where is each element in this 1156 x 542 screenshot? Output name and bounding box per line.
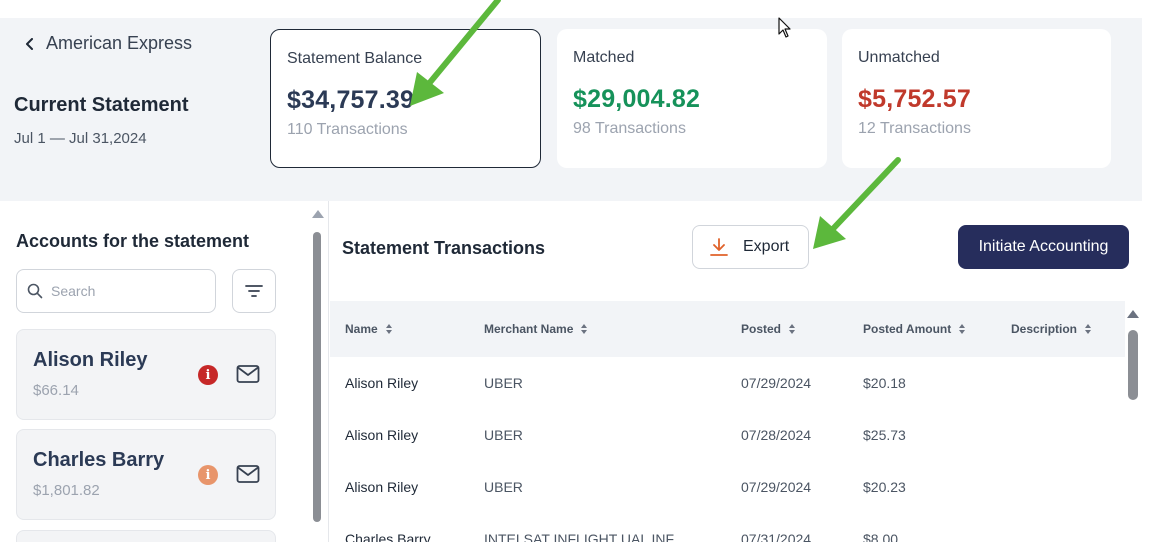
account-name: Alison Riley (33, 349, 148, 371)
unmatched-amount: $5,752.57 (858, 85, 972, 113)
transactions-title: Statement Transactions (342, 238, 546, 258)
table-cell: UBER (484, 427, 523, 443)
matched-card[interactable]: Matched $29,004.82 98 Transactions (557, 29, 827, 168)
transactions-table: Name Merchant Name Posted Posted Amount Desc… (330, 301, 1125, 542)
account-card[interactable]: Charles Barry $1,801.82 i (16, 429, 276, 520)
statement-title: Current Statement (14, 94, 189, 116)
account-search-box[interactable] (16, 269, 216, 313)
column-header-label: Posted (741, 322, 782, 336)
table-header: Name Merchant Name Posted Posted Amount Desc… (330, 301, 1125, 357)
info-icon[interactable]: i (198, 465, 218, 485)
search-input[interactable] (51, 283, 201, 299)
account-amount: $66.14 (33, 382, 79, 399)
table-row[interactable]: Charles Barry INTELSAT INFLIGHT UAL INF 07… (330, 513, 1125, 542)
table-cell: $8.00 (863, 531, 899, 542)
statement-balance-label: Statement Balance (287, 50, 423, 67)
export-label: Export (743, 238, 790, 255)
table-cell: Alison Riley (345, 479, 419, 495)
scrollbar-thumb[interactable] (313, 232, 321, 522)
export-button[interactable]: Export (692, 225, 809, 269)
table-cell: INTELSAT INFLIGHT UAL INF (484, 531, 675, 542)
sort-icon[interactable] (581, 324, 588, 334)
matched-label: Matched (573, 49, 635, 66)
table-cell: Alison Riley (345, 375, 419, 391)
table-cell: $20.23 (863, 479, 906, 495)
column-header[interactable]: Name (345, 301, 392, 357)
info-icon[interactable]: i (198, 365, 218, 385)
account-card[interactable] (16, 530, 276, 542)
column-header-label: Description (1011, 322, 1078, 336)
accounts-panel-title: Accounts for the statement (16, 231, 250, 251)
transactions-scrollbar[interactable] (1127, 310, 1139, 542)
table-cell: 07/29/2024 (741, 375, 812, 391)
table-body: Alison Riley UBER 07/29/2024 $20.18 Alison R… (330, 357, 1125, 542)
account-name: Charles Barry (33, 449, 165, 471)
back-link[interactable]: American Express (24, 33, 192, 54)
column-header[interactable]: Merchant Name (484, 301, 588, 357)
column-header[interactable]: Posted Amount (863, 301, 966, 357)
sort-icon[interactable] (959, 324, 966, 334)
table-cell: UBER (484, 479, 523, 495)
sort-icon[interactable] (385, 324, 392, 334)
scrollbar-thumb[interactable] (1128, 330, 1138, 400)
mouse-cursor-icon (778, 17, 791, 38)
column-header-label: Name (345, 322, 378, 336)
unmatched-count: 12 Transactions (858, 120, 971, 137)
statement-date-range: Jul 1 — Jul 31,2024 (14, 130, 147, 147)
column-header-label: Merchant Name (484, 322, 574, 336)
table-cell: $25.73 (863, 427, 906, 443)
back-link-label: American Express (46, 33, 193, 53)
scroll-up-arrow-icon[interactable] (312, 210, 324, 218)
table-cell: UBER (484, 375, 523, 391)
table-row[interactable]: Alison Riley UBER 07/29/2024 $20.23 (330, 461, 1125, 513)
transactions-panel: Statement Transactions Export Initiate A… (328, 201, 1142, 542)
table-cell: 07/28/2024 (741, 427, 812, 443)
account-card[interactable]: Alison Riley $66.14 i (16, 329, 276, 420)
mail-icon[interactable] (236, 364, 260, 384)
scroll-up-arrow-icon[interactable] (1127, 310, 1139, 318)
unmatched-card[interactable]: Unmatched $5,752.57 12 Transactions (842, 29, 1111, 168)
sort-icon[interactable] (789, 324, 796, 334)
chevron-left-icon (26, 37, 33, 50)
table-row[interactable]: Alison Riley UBER 07/29/2024 $20.18 (330, 357, 1125, 409)
accounts-scrollbar[interactable] (311, 210, 324, 542)
unmatched-label: Unmatched (858, 49, 940, 66)
table-cell: $20.18 (863, 375, 906, 391)
account-amount: $1,801.82 (33, 482, 100, 499)
table-cell: 07/29/2024 (741, 479, 812, 495)
table-row[interactable]: Alison Riley UBER 07/28/2024 $25.73 (330, 409, 1125, 461)
statement-balance-amount: $34,757.39 (287, 86, 415, 114)
column-header[interactable]: Posted (741, 301, 796, 357)
matched-count: 98 Transactions (573, 120, 686, 137)
matched-amount: $29,004.82 (573, 85, 701, 113)
table-cell: Charles Barry (345, 531, 431, 542)
table-cell: Alison Riley (345, 427, 419, 443)
column-header-label: Posted Amount (863, 322, 952, 336)
filter-button[interactable] (232, 269, 276, 313)
sort-icon[interactable] (1085, 324, 1092, 334)
statement-balance-count: 110 Transactions (287, 121, 408, 138)
initiate-accounting-button[interactable]: Initiate Accounting (958, 225, 1129, 269)
download-icon (710, 238, 728, 256)
table-cell: 07/31/2024 (741, 531, 812, 542)
filter-lines-icon (245, 285, 263, 297)
statement-balance-card[interactable]: Statement Balance $34,757.39 110 Transac… (270, 29, 541, 168)
search-icon (27, 283, 43, 299)
mail-icon[interactable] (236, 464, 260, 484)
accounts-panel: Accounts for the statement Alison Riley $… (0, 201, 326, 542)
column-header[interactable]: Description (1011, 301, 1092, 357)
